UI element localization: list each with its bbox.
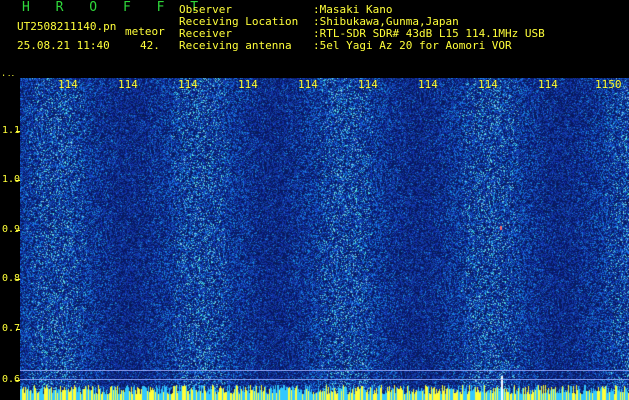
x-tick-label: 114	[238, 78, 258, 91]
spectrogram-canvas	[20, 78, 629, 400]
info-value: :5el Yagi Az 20 for Aomori VOR	[313, 39, 512, 52]
x-tick-label: 114	[538, 78, 558, 91]
reference-line	[20, 379, 629, 380]
x-tick-label: 114	[118, 78, 138, 91]
x-tick-label: 114	[58, 78, 78, 91]
info-label: Receiving antenna	[179, 39, 292, 52]
x-tick-label: 114	[418, 78, 438, 91]
x-tick-label: 1150	[595, 78, 622, 91]
x-tick-label: 114	[478, 78, 498, 91]
reference-line	[20, 370, 629, 371]
header-panel: H R O F F T UT2508211140.pn meteor 25.08…	[0, 0, 629, 76]
spectrogram-plot	[20, 78, 629, 400]
x-tick-label: 114	[298, 78, 318, 91]
file-name: UT2508211140.pn	[17, 20, 117, 33]
mode-label: meteor	[125, 25, 165, 38]
y-axis: 1.1 1.0 0.9 0.8 0.7 0.6	[0, 76, 20, 400]
detection-count: 42.	[140, 39, 160, 52]
x-tick-label: 114	[178, 78, 198, 91]
timestamp: 25.08.21 11:40	[17, 39, 110, 52]
info-row-antenna: Receiving antenna :5el Yagi Az 20 for Aom…	[179, 40, 545, 52]
x-tick-label: 114	[358, 78, 378, 91]
station-info: Observer:Masaki Kano Receiving Location:…	[179, 4, 545, 52]
